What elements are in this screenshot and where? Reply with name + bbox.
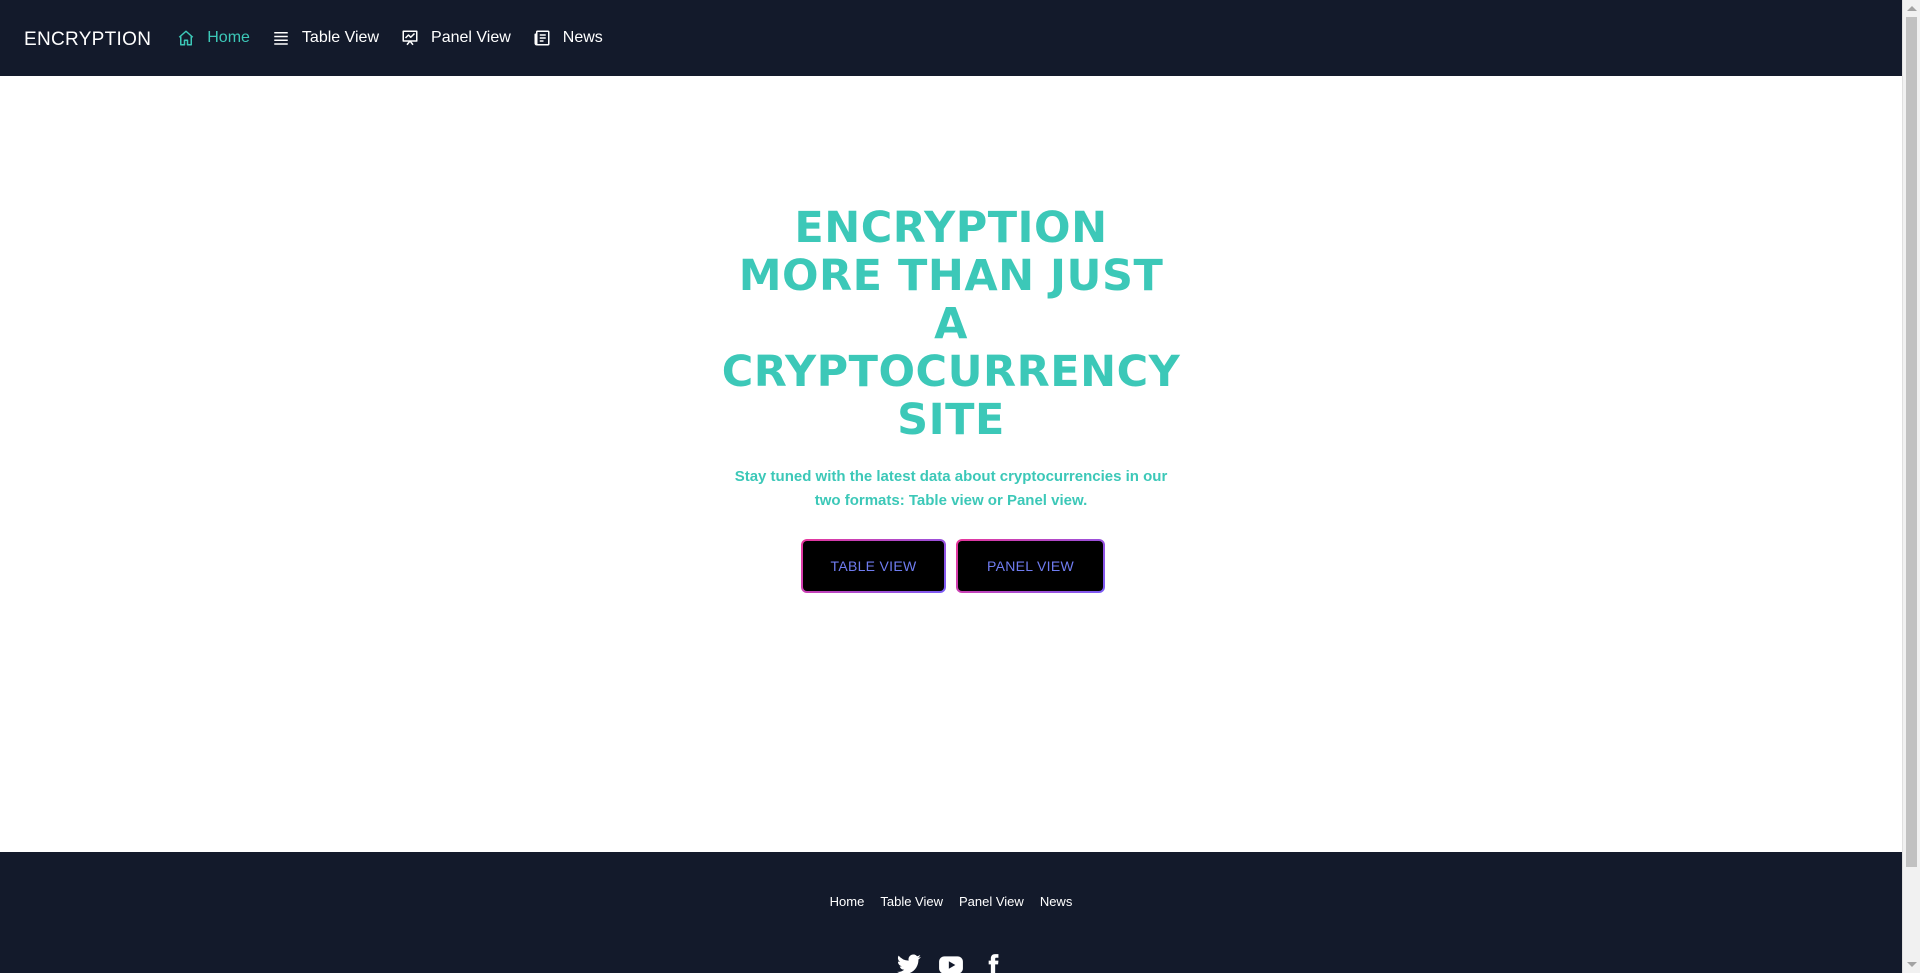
presentation-icon <box>401 29 419 47</box>
nav-item-panel-view[interactable]: Panel View <box>401 29 511 47</box>
top-navbar: ENCRYPTION Home Table View Panel View Ne… <box>0 0 1902 76</box>
home-icon <box>177 29 195 47</box>
nav-item-label: News <box>562 29 603 46</box>
nav-item-label: Table View <box>301 29 380 46</box>
hero-title: ENCRYPTION MORE THAN JUST A CRYPTOCURREN… <box>711 204 1191 444</box>
scroll-down-arrow[interactable] <box>1907 962 1917 967</box>
hero-title-line: CRYPTOCURRENCY <box>721 347 1181 397</box>
youtube-icon[interactable] <box>938 952 964 973</box>
nav-item-label: Panel View <box>431 29 511 46</box>
hero-subtitle: Stay tuned with the latest data about cr… <box>734 468 1168 509</box>
footer-link-news[interactable]: News <box>1040 894 1073 909</box>
nav-item-label: Home <box>207 29 250 46</box>
table-view-button[interactable]: TABLE VIEW <box>801 539 946 593</box>
hero-section: ENCRYPTION MORE THAN JUST A CRYPTOCURREN… <box>0 76 1902 852</box>
page-scrollbar[interactable] <box>1902 0 1920 973</box>
panel-view-button[interactable]: PANEL VIEW <box>956 539 1105 593</box>
nav-item-table-view[interactable]: Table View <box>272 29 379 47</box>
footer-social-links <box>0 952 1902 973</box>
brand-logo[interactable]: ENCRYPTION <box>24 29 151 51</box>
footer-link-panel-view[interactable]: Panel View <box>959 894 1024 909</box>
list-icon <box>272 29 290 47</box>
scroll-up-arrow[interactable] <box>1907 6 1917 11</box>
nav-item-home[interactable]: Home <box>177 29 250 47</box>
scroll-thumb[interactable] <box>1906 17 1917 867</box>
footer-link-table-view[interactable]: Table View <box>880 894 943 909</box>
footer-links: Home Table View Panel View News <box>0 894 1902 909</box>
facebook-icon[interactable] <box>980 952 1006 973</box>
page: ENCRYPTION Home Table View Panel View Ne… <box>0 0 1920 973</box>
footer-link-home[interactable]: Home <box>830 894 865 909</box>
footer: Home Table View Panel View News <box>0 852 1902 973</box>
hero-title-line: ENCRYPTION <box>794 203 1108 253</box>
newspaper-icon <box>533 29 551 47</box>
hero-title-line: SITE <box>897 395 1005 445</box>
nav-item-news[interactable]: News <box>533 29 603 47</box>
twitter-icon[interactable] <box>896 952 922 973</box>
hero-title-line: MORE THAN JUST <box>738 251 1164 301</box>
hero-title-line: A <box>934 299 968 349</box>
